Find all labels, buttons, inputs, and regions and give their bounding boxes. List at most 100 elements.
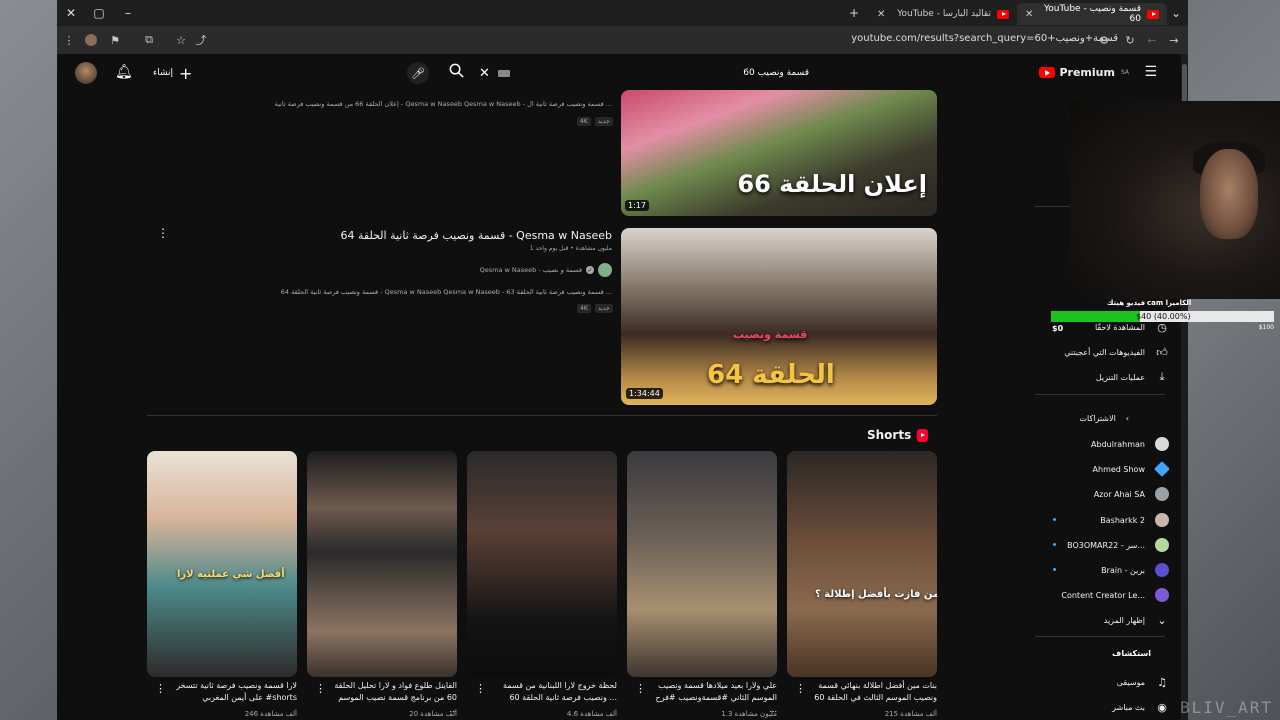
- subscriptions-label: الاشتراكات: [1079, 413, 1116, 423]
- notifications-bell-icon[interactable]: 🔔︎: [115, 64, 133, 80]
- video-description: قسمة ونصيب فرصة ثانية الحلقة 64 - Qesma …: [280, 288, 612, 296]
- channel-link[interactable]: Qesma w Naseeb - قسمة و نصيب ✓: [480, 263, 612, 277]
- scrollbar-thumb[interactable]: [1182, 64, 1187, 104]
- donation-min: $0: [1052, 324, 1064, 333]
- browser-window: ✕ ▢ – + ✕ YouTube - تقاليد البارسا ✕ You…: [57, 0, 1188, 720]
- quality-badge: 4K: [577, 117, 591, 126]
- menu-hamburger-icon[interactable]: ☰: [1144, 64, 1157, 80]
- webcam-person: [1200, 149, 1258, 239]
- short-card[interactable]: [307, 451, 457, 677]
- subscription-item[interactable]: Abdulrahman: [1035, 434, 1169, 454]
- subscription-name: Basharkk 2: [1100, 515, 1145, 525]
- search-icon[interactable]: [449, 63, 464, 82]
- channel-avatar: [1155, 563, 1169, 577]
- youtube-logo-icon: [1039, 67, 1056, 78]
- url-field[interactable]: youtube.com/results?search_query=60+قسمة…: [851, 33, 1118, 44]
- short-views: 1.3 مليون مشاهدة: [721, 710, 777, 718]
- sidebar-item-label: الفيديوهات التي أعجبتني: [1064, 347, 1145, 357]
- create-button[interactable]: إنشاء +: [145, 62, 200, 84]
- channel-avatar: [1155, 513, 1169, 527]
- tab-close-icon[interactable]: ✕: [1025, 9, 1033, 20]
- short-title[interactable]: بنات مين أفضل اطلالة بنهائي قسمة ونصيب ا…: [809, 680, 937, 704]
- site-settings-icon[interactable]: ⚙: [1096, 32, 1112, 48]
- new-badge: جديد: [595, 117, 613, 126]
- video-thumbnail[interactable]: إعلان الحلقة 66 1:17: [621, 90, 937, 216]
- short-more-options-icon[interactable]: ⋮: [795, 682, 806, 695]
- sidebar-item-liked-videos[interactable]: الفيديوهات التي أعجبتني 👍︎: [1035, 342, 1169, 362]
- thumbnail-caption: الحلقة 64: [707, 360, 835, 390]
- show-more-button[interactable]: إظهار المزيد ⌄: [1035, 610, 1169, 630]
- subscription-name: Ahmed Show: [1092, 464, 1145, 474]
- tab-list-chevron-icon[interactable]: ⌄: [1162, 0, 1190, 26]
- video-title[interactable]: قسمة ونصيب فرصة ثانية الحلقة 64 - Qesma …: [340, 229, 612, 242]
- youtube-page: 🔔︎ إنشاء + 🎤︎ ✕ قسمة ونصيب 60 Premium SA…: [57, 54, 1181, 720]
- back-arrow-icon[interactable]: ←: [1144, 32, 1160, 48]
- short-card[interactable]: [467, 451, 617, 677]
- favorite-star-icon[interactable]: ☆: [173, 32, 189, 48]
- keyboard-icon[interactable]: [497, 69, 510, 77]
- donation-goal-widget: فيديو هيتك cam الكاميرا $40 (40.00%) $0 …: [1051, 299, 1280, 335]
- subscription-item[interactable]: Content Creator Le...: [1035, 585, 1169, 605]
- thumbnail-caption: إعلان الحلقة 66: [737, 170, 927, 198]
- close-window-icon[interactable]: ✕: [57, 0, 85, 26]
- short-more-options-icon[interactable]: ⋮: [635, 682, 646, 695]
- collections-icon[interactable]: ⧉: [141, 32, 157, 48]
- short-card[interactable]: من فازت بأفضل إطلالة ؟: [787, 451, 937, 677]
- youtube-premium-logo[interactable]: Premium SA: [1039, 66, 1129, 79]
- reload-icon[interactable]: ↻: [1122, 32, 1138, 48]
- tab-title: YouTube - قسمة ونصيب 60: [1043, 4, 1141, 24]
- download-icon: ⤓: [1159, 370, 1165, 383]
- show-logo-text: قسمة ونصيب: [733, 328, 808, 341]
- channel-avatar: [1154, 461, 1170, 477]
- thumbs-up-icon: 👍︎: [1156, 345, 1168, 359]
- show-more-label: إظهار المزيد: [1103, 615, 1145, 625]
- clear-search-icon[interactable]: ✕: [479, 66, 490, 81]
- live-icon: ◉: [1157, 700, 1167, 714]
- shorts-title: Shorts: [867, 428, 912, 442]
- masthead: 🔔︎ إنشاء + 🎤︎ ✕ قسمة ونصيب 60 Premium SA…: [57, 54, 1181, 92]
- short-more-options-icon[interactable]: ⋮: [475, 682, 486, 695]
- account-avatar[interactable]: [75, 62, 97, 84]
- extensions-icon[interactable]: ⚑: [107, 32, 123, 48]
- subscription-item[interactable]: BO3OMAR22 - سر...: [1035, 535, 1169, 555]
- tab-bar: ✕ ▢ – + ✕ YouTube - تقاليد البارسا ✕ You…: [57, 0, 1188, 26]
- video-thumbnail[interactable]: قسمة ونصيب الحلقة 64 1:34:44: [621, 228, 937, 405]
- channel-avatar[interactable]: [598, 263, 612, 277]
- short-card[interactable]: أفضل شي عملتيه لارا: [147, 451, 297, 677]
- voice-search-mic-icon[interactable]: 🎤︎: [407, 62, 429, 84]
- sidebar-item-live[interactable]: بث مباشر ◉: [1035, 697, 1169, 717]
- subscription-name: Content Creator Le...: [1061, 590, 1145, 600]
- minimize-icon[interactable]: –: [114, 0, 142, 26]
- short-more-options-icon[interactable]: ⋮: [155, 682, 166, 695]
- subscriptions-heading[interactable]: الاشتراكات ‹: [1035, 408, 1129, 428]
- quality-badge: 4K: [577, 304, 591, 313]
- sidebar-item-downloads[interactable]: عمليات التنزيل ⤓: [1035, 367, 1169, 387]
- subscription-item[interactable]: Basharkk 2: [1035, 510, 1169, 530]
- channel-avatar: [1155, 588, 1169, 602]
- short-more-options-icon[interactable]: ⋮: [315, 682, 326, 695]
- tab-barca[interactable]: ✕ YouTube - تقاليد البارسا: [869, 3, 1017, 25]
- search-input[interactable]: ✕ قسمة ونصيب 60: [479, 62, 819, 84]
- video-more-options-icon[interactable]: ⋮: [157, 226, 169, 240]
- video-description: إعلان الحلقة 66 من قسمة ونصيب فرصة ثانية…: [274, 100, 612, 108]
- subscription-item[interactable]: Ahmed Show: [1035, 459, 1170, 479]
- short-title[interactable]: لحظة خروج لارا اللبنانية من قسمة ونصيب ف…: [489, 680, 617, 704]
- subscription-name: Brain - برين: [1101, 565, 1145, 575]
- subscription-item[interactable]: Azor Ahai SA: [1035, 484, 1169, 504]
- shorts-heading: Shorts: [867, 428, 929, 442]
- new-tab-icon[interactable]: +: [840, 0, 868, 26]
- sidebar-item-music[interactable]: موسيقى ♫: [1035, 672, 1169, 692]
- maximize-icon[interactable]: ▢: [85, 0, 113, 26]
- music-icon: ♫: [1157, 675, 1167, 689]
- share-icon[interactable]: ⤴: [193, 32, 209, 48]
- forward-arrow-icon[interactable]: →: [1166, 32, 1182, 48]
- short-title[interactable]: لارا قسمة ونصيب فرصة ثانية تتسخر على أيم…: [169, 680, 297, 704]
- subscription-item[interactable]: Brain - برين: [1035, 560, 1169, 580]
- short-views: 215 ألف مشاهدة: [884, 710, 937, 718]
- short-overlay-text: أفضل شي عملتيه لارا: [177, 569, 285, 580]
- profile-avatar[interactable]: [83, 32, 99, 48]
- tab-close-icon[interactable]: ✕: [877, 9, 885, 20]
- more-menu-icon[interactable]: ⋮: [61, 32, 77, 48]
- tab-search-results[interactable]: ✕ YouTube - قسمة ونصيب 60: [1017, 3, 1167, 25]
- short-card[interactable]: [627, 451, 777, 677]
